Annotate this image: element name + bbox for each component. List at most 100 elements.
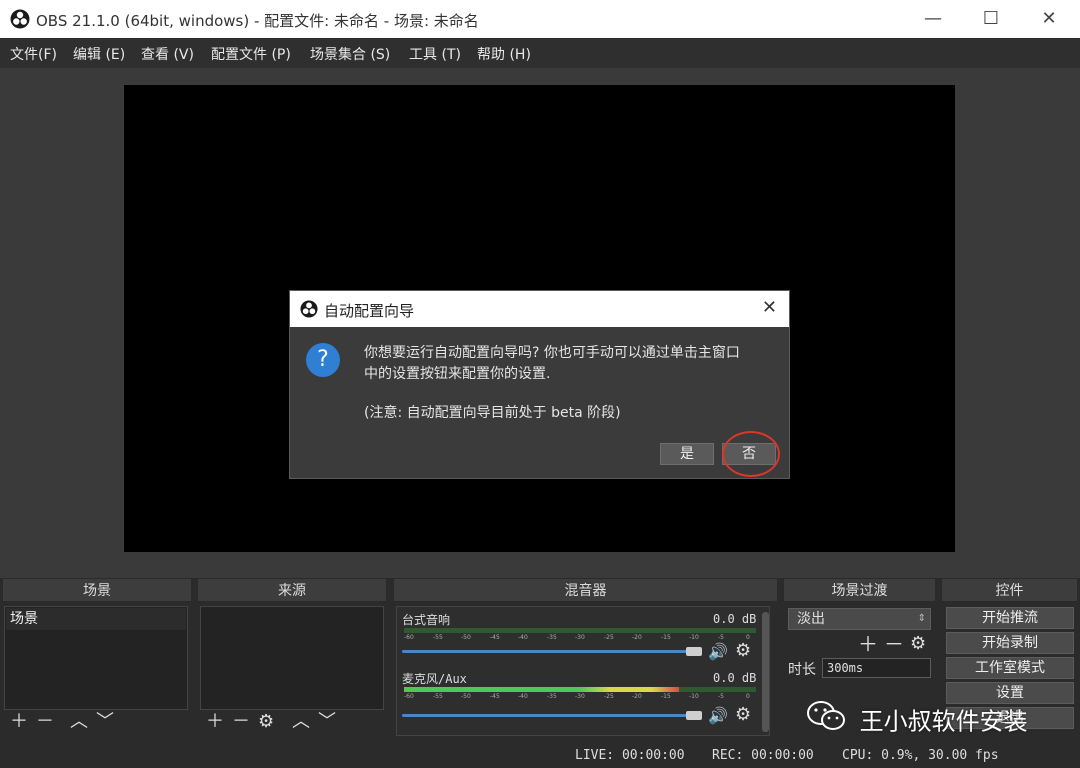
meter-tick-label: -30: [575, 634, 585, 641]
transition-select[interactable]: 淡出 ⇕: [788, 608, 931, 630]
wechat-icon: [806, 700, 846, 738]
meter-ticks: -60 -55 -50 -45 -40 -35 -30 -25 -20 -15 -10 -5 0: [404, 634, 756, 644]
duration-value: 300ms: [827, 661, 864, 675]
cpu-fps: CPU: 0.9%, 30.00 fps: [842, 748, 999, 763]
add-scene-icon[interactable]: ＋: [10, 712, 28, 732]
remove-transition-icon[interactable]: －: [884, 634, 904, 654]
mixer-channel-db: 0.0 dB: [713, 671, 757, 685]
mixer-scrollbar[interactable]: [762, 612, 769, 732]
sources-panel-header: 来源: [197, 578, 387, 602]
dialog-close-icon[interactable]: ✕: [762, 297, 777, 318]
menu-file[interactable]: 文件(F): [10, 44, 57, 64]
meter-tick-label: -60: [404, 693, 414, 700]
meter-tick-label: -15: [661, 634, 671, 641]
dialog-message-line2: 中的设置按钮来配置你的设置.: [364, 366, 551, 382]
meter-tick-label: -20: [632, 693, 642, 700]
meter-tick-label: -35: [547, 693, 557, 700]
source-up-icon[interactable]: ︿: [292, 712, 310, 732]
dialog-title: 自动配置向导: [324, 302, 415, 320]
speaker-icon[interactable]: 🔊: [708, 706, 728, 726]
volume-slider-knob[interactable]: [686, 711, 702, 720]
meter-tick-label: 0: [746, 693, 750, 700]
menu-profile[interactable]: 配置文件 (P): [211, 44, 291, 64]
meter-ticks: -60 -55 -50 -45 -40 -35 -30 -25 -20 -15 -10 -5 0: [404, 693, 756, 703]
obs-logo-icon: [300, 300, 318, 318]
mixer-channel-name: 台式音响: [402, 613, 451, 627]
source-properties-gear-icon[interactable]: ⚙: [258, 712, 274, 732]
scenes-panel-header: 场景: [2, 578, 192, 602]
mixer-gear-icon[interactable]: ⚙: [735, 705, 751, 725]
dialog-title-bar: 自动配置向导 ✕: [290, 291, 789, 327]
question-icon: ?: [306, 343, 340, 377]
duration-label: 时长: [788, 662, 816, 678]
watermark-text: 王小叔软件安装: [859, 707, 1028, 736]
window-title: OBS 21.1.0 (64bit, windows) - 配置文件: 未命名 …: [36, 12, 479, 30]
add-transition-icon[interactable]: ＋: [858, 634, 878, 654]
highlight-circle: [722, 431, 780, 477]
meter-tick-label: -10: [689, 693, 699, 700]
mixer-panel-header: 混音器: [393, 578, 778, 602]
studio-mode-button[interactable]: 工作室模式: [946, 657, 1074, 679]
meter-tick-label: -35: [547, 634, 557, 641]
mixer-channel-db: 0.0 dB: [713, 612, 757, 626]
close-button[interactable]: ✕: [1020, 0, 1078, 38]
transition-gear-icon[interactable]: ⚙: [910, 634, 926, 654]
scene-down-icon[interactable]: ﹀: [96, 712, 114, 732]
speaker-icon[interactable]: 🔊: [708, 642, 728, 662]
mixer-channel-name: 麦克风/Aux: [402, 672, 467, 686]
meter-tick-label: -55: [433, 634, 443, 641]
mixer-gear-icon[interactable]: ⚙: [735, 641, 751, 661]
meter-tick-label: -10: [689, 634, 699, 641]
dialog-note: (注意: 自动配置向导目前处于 beta 阶段): [364, 405, 621, 421]
duration-input[interactable]: 300ms: [822, 658, 931, 678]
volume-slider[interactable]: [402, 650, 698, 653]
sources-list[interactable]: [200, 606, 384, 710]
title-bar: OBS 21.1.0 (64bit, windows) - 配置文件: 未命名 …: [0, 0, 1080, 38]
meter-tick-label: -50: [461, 634, 471, 641]
volume-meter-track: [404, 628, 756, 633]
start-recording-button[interactable]: 开始录制: [946, 632, 1074, 654]
menu-view[interactable]: 查看 (V): [141, 44, 194, 64]
meter-tick-label: -15: [661, 693, 671, 700]
select-arrows-icon: ⇕: [917, 613, 926, 624]
scene-list-item[interactable]: 场景: [6, 608, 186, 630]
meter-tick-label: -45: [490, 693, 500, 700]
meter-tick-label: -5: [718, 693, 724, 700]
add-source-icon[interactable]: ＋: [206, 712, 224, 732]
yes-button[interactable]: 是: [660, 443, 714, 465]
controls-panel-header: 控件: [941, 578, 1078, 602]
start-streaming-button[interactable]: 开始推流: [946, 607, 1074, 629]
transition-select-value: 淡出: [797, 611, 825, 627]
scene-up-icon[interactable]: ︿: [70, 712, 88, 732]
remove-source-icon[interactable]: －: [232, 712, 250, 732]
menu-bar: 文件(F) 编辑 (E) 查看 (V) 配置文件 (P) 场景集合 (S) 工具…: [0, 38, 1080, 68]
obs-logo-icon: [10, 9, 30, 29]
menu-help[interactable]: 帮助 (H): [477, 44, 531, 64]
meter-tick-label: -25: [604, 693, 614, 700]
meter-tick-label: -25: [604, 634, 614, 641]
volume-slider[interactable]: [402, 714, 698, 717]
watermark: 王小叔软件安装: [806, 700, 1028, 738]
auto-config-dialog: 自动配置向导 ✕ ? 你想要运行自动配置向导吗? 你也可手动可以通过单击主窗口 …: [289, 290, 790, 479]
meter-tick-label: -50: [461, 693, 471, 700]
meter-tick-label: -40: [518, 634, 528, 641]
meter-tick-label: -5: [718, 634, 724, 641]
menu-edit[interactable]: 编辑 (E): [73, 44, 125, 64]
meter-tick-label: -40: [518, 693, 528, 700]
menu-scene-collection[interactable]: 场景集合 (S): [310, 44, 390, 64]
rec-time: REC: 00:00:00: [712, 748, 814, 763]
volume-meter-level: [404, 687, 679, 692]
transitions-panel-header: 场景过渡: [783, 578, 936, 602]
minimize-button[interactable]: —: [904, 0, 962, 38]
status-bar: LIVE: 00:00:00 REC: 00:00:00 CPU: 0.9%, …: [0, 742, 1080, 768]
remove-scene-icon[interactable]: －: [36, 712, 54, 732]
meter-tick-label: -30: [575, 693, 585, 700]
volume-slider-knob[interactable]: [686, 647, 702, 656]
menu-tools[interactable]: 工具 (T): [409, 44, 461, 64]
meter-tick-label: -60: [404, 634, 414, 641]
meter-tick-label: -45: [490, 634, 500, 641]
live-time: LIVE: 00:00:00: [575, 748, 685, 763]
source-down-icon[interactable]: ﹀: [318, 712, 336, 732]
meter-tick-label: -20: [632, 634, 642, 641]
maximize-button[interactable]: ☐: [962, 0, 1020, 38]
